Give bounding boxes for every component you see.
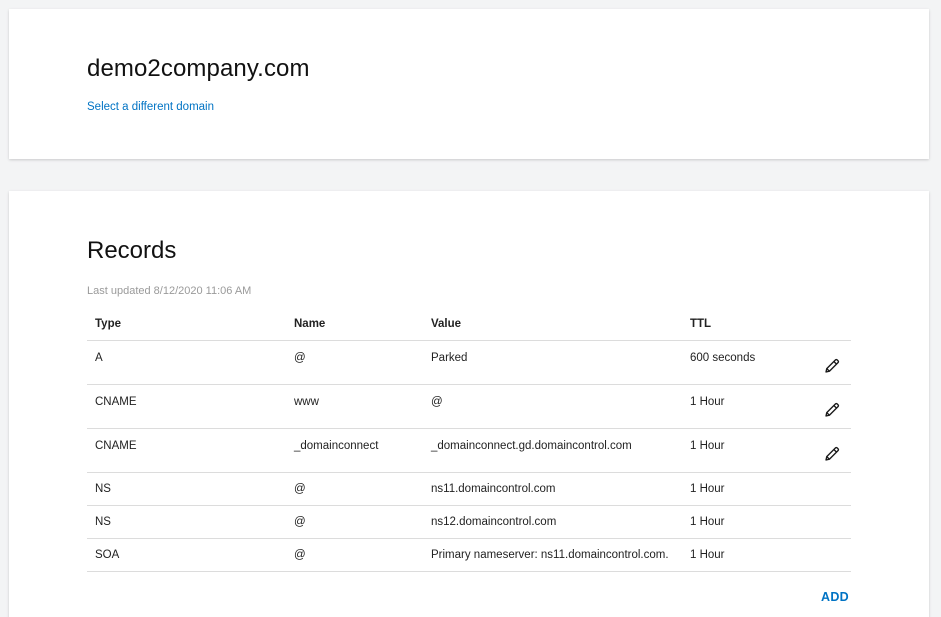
record-name: @ [286,538,423,572]
table-row: NS @ ns11.domaincontrol.com 1 Hour [87,472,851,506]
pencil-icon[interactable] [823,445,841,463]
record-ttl: 1 Hour [682,505,823,539]
record-type: NS [87,472,286,506]
record-value: @ [423,384,682,429]
record-value: Parked [423,340,682,385]
dns-records-table: Type Name Value TTL A @ Parked 600 secon… [87,308,851,572]
record-name: www [286,384,423,429]
record-actions [823,428,851,473]
column-header-value: Value [423,308,682,341]
record-ttl: 1 Hour [682,538,823,572]
record-value: ns11.domaincontrol.com [423,472,682,506]
record-ttl: 1 Hour [682,384,823,429]
column-header-name: Name [286,308,423,341]
record-actions [823,384,851,429]
record-value: _domainconnect.gd.domaincontrol.com [423,428,682,473]
record-value: Primary nameserver: ns11.domaincontrol.c… [423,538,682,572]
record-actions [823,505,851,539]
record-value: ns12.domaincontrol.com [423,505,682,539]
table-row: NS @ ns12.domaincontrol.com 1 Hour [87,505,851,539]
records-title: Records [87,237,177,264]
column-header-type: Type [87,308,286,341]
domain-card: demo2company.com Select a different doma… [9,9,929,159]
record-name: @ [286,472,423,506]
record-type: CNAME [87,428,286,473]
record-type: SOA [87,538,286,572]
record-ttl: 1 Hour [682,428,823,473]
record-actions [823,340,851,385]
record-type: A [87,340,286,385]
select-different-domain-link[interactable]: Select a different domain [87,101,214,113]
record-type: NS [87,505,286,539]
record-actions [823,472,851,506]
record-ttl: 1 Hour [682,472,823,506]
domain-name: demo2company.com [87,55,310,82]
record-name: _domainconnect [286,428,423,473]
records-card: Records Last updated 8/12/2020 11:06 AM … [9,191,929,617]
last-updated-text: Last updated 8/12/2020 11:06 AM [87,285,252,297]
record-name: @ [286,505,423,539]
record-ttl: 600 seconds [682,340,823,385]
table-row: CNAME www @ 1 Hour [87,384,851,429]
table-row: A @ Parked 600 seconds [87,340,851,385]
table-row: CNAME _domainconnect _domainconnect.gd.d… [87,428,851,473]
pencil-icon[interactable] [823,401,841,419]
column-header-actions [823,308,851,341]
record-type: CNAME [87,384,286,429]
table-header-row: Type Name Value TTL [87,308,851,341]
record-actions [823,538,851,572]
record-name: @ [286,340,423,385]
table-row: SOA @ Primary nameserver: ns11.domaincon… [87,538,851,572]
column-header-ttl: TTL [682,308,823,341]
add-record-button[interactable]: ADD [821,590,849,604]
pencil-icon[interactable] [823,357,841,375]
